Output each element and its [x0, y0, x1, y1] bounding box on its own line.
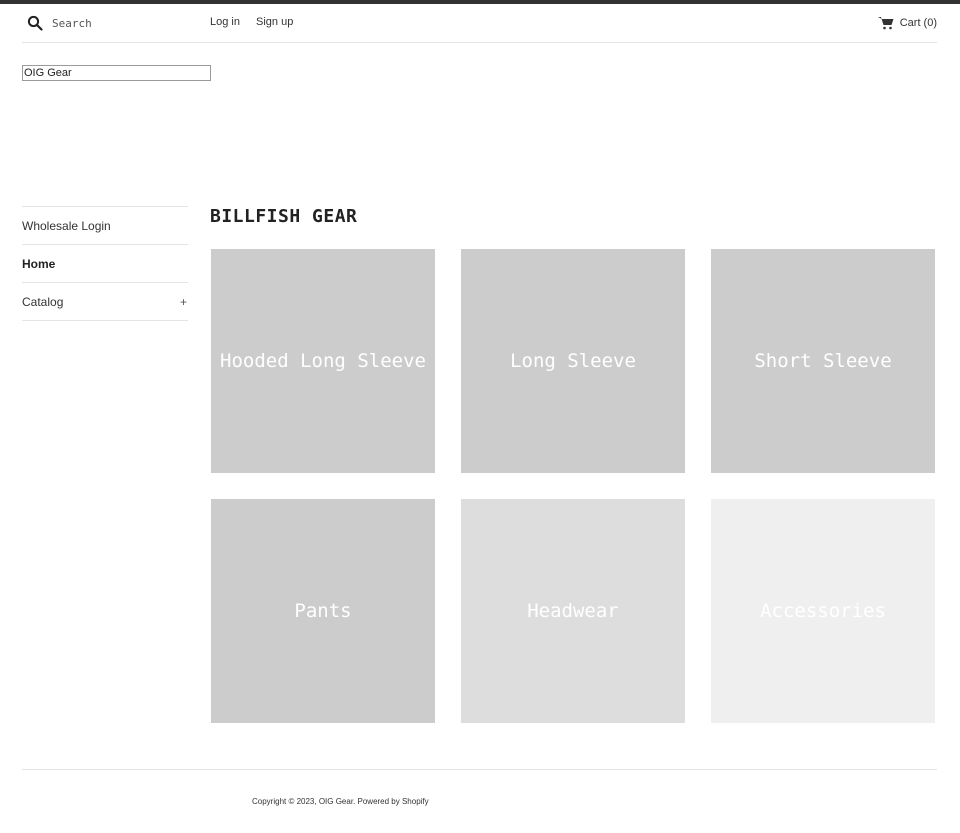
- collection-tile-hooded-long-sleeve[interactable]: Hooded Long Sleeve: [211, 249, 435, 473]
- sidebar-nav: Wholesale Login Home Catalog +: [22, 206, 188, 321]
- sidebar-item-wholesale-login[interactable]: Wholesale Login: [22, 207, 188, 245]
- sidebar-item-home[interactable]: Home: [22, 245, 188, 283]
- collection-tile-short-sleeve[interactable]: Short Sleeve: [711, 249, 935, 473]
- collection-label: Pants: [294, 600, 352, 622]
- sidebar-item-label: Wholesale Login: [22, 219, 111, 233]
- signup-link[interactable]: Sign up: [256, 16, 293, 28]
- site-header: Log in Sign up Cart (0): [22, 4, 937, 43]
- collection-tile-headwear[interactable]: Headwear: [461, 499, 685, 723]
- cart-link[interactable]: Cart (0): [877, 15, 937, 31]
- expand-icon[interactable]: +: [180, 283, 187, 321]
- search-icon[interactable]: [27, 15, 43, 31]
- collection-tile-pants[interactable]: Pants: [211, 499, 435, 723]
- cart-label: Cart (0): [899, 17, 937, 29]
- collection-label: Long Sleeve: [510, 350, 636, 372]
- login-link[interactable]: Log in: [210, 16, 240, 28]
- sidebar-item-catalog[interactable]: Catalog +: [22, 283, 188, 321]
- footer-divider: [22, 769, 937, 770]
- sidebar-item-label: Home: [22, 257, 56, 271]
- collection-label: Headwear: [527, 600, 619, 622]
- page-title: BILLFISH GEAR: [210, 206, 358, 227]
- site-logo[interactable]: OIG Gear: [22, 65, 211, 81]
- search-input[interactable]: [52, 13, 202, 33]
- cart-icon: [877, 16, 894, 30]
- collection-tile-accessories[interactable]: Accessories: [711, 499, 935, 723]
- collection-label: Short Sleeve: [754, 350, 892, 372]
- collection-label: Accessories: [760, 600, 886, 622]
- sidebar-item-label: Catalog: [22, 295, 64, 309]
- collection-label: Hooded Long Sleeve: [220, 350, 426, 372]
- collection-tile-long-sleeve[interactable]: Long Sleeve: [461, 249, 685, 473]
- footer-copyright: Copyright © 2023, OIG Gear. Powered by S…: [252, 797, 429, 806]
